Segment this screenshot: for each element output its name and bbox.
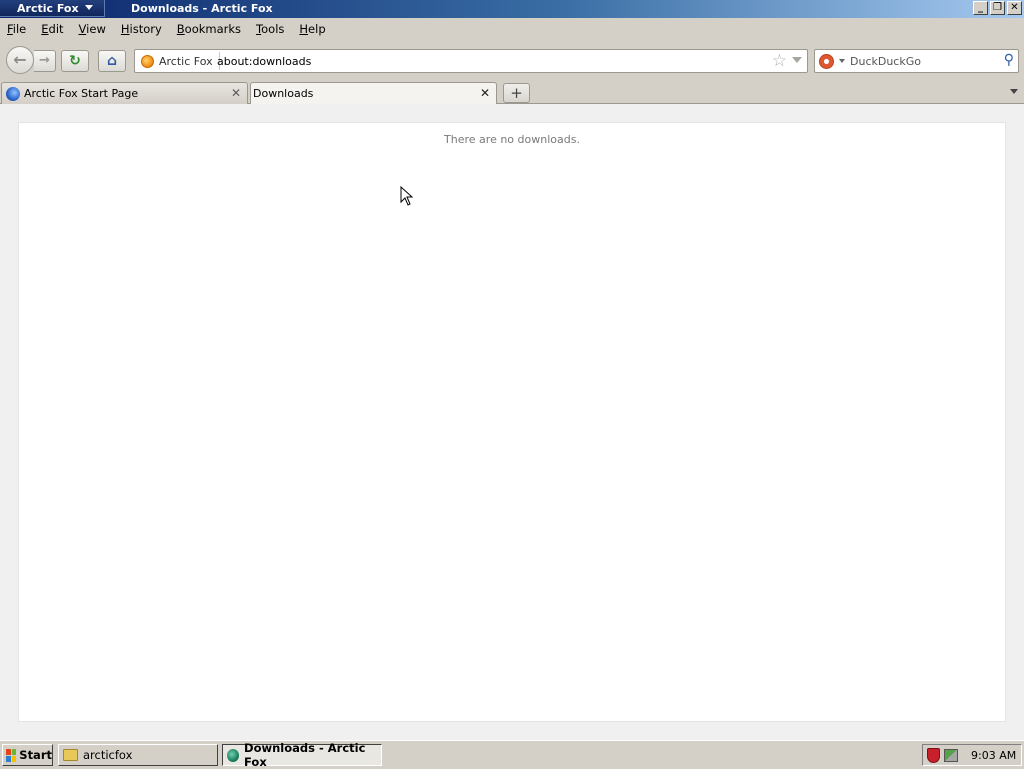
taskbar-item-downloads[interactable]: Downloads - Arctic Fox [222, 741, 382, 769]
taskbar-item-arcticfox[interactable]: arcticfox [58, 744, 218, 766]
windows-logo-icon [6, 748, 17, 762]
globe-favicon-icon [6, 87, 20, 101]
mouse-cursor-icon [400, 186, 414, 206]
bookmark-star-icon[interactable]: ☆ [772, 51, 787, 71]
close-tab-icon[interactable]: ✕ [480, 86, 490, 100]
back-arrow-icon: ← [13, 50, 27, 69]
list-all-tabs-icon[interactable] [1010, 89, 1018, 94]
tab-start-page[interactable]: Arctic Fox Start Page ✕ [1, 82, 248, 104]
search-icon[interactable]: ⚲ [1004, 52, 1014, 68]
menu-help-label: elp [308, 22, 326, 36]
menu-edit-accel: E [41, 22, 49, 36]
taskbar-item-label: Downloads - Arctic Fox [244, 741, 366, 769]
tab-label: Downloads [253, 87, 314, 100]
url-bar[interactable]: Arctic Fox about:downloads ☆ [134, 49, 808, 73]
menu-file[interactable]: File [7, 22, 26, 36]
menu-history-label: istory [129, 22, 162, 36]
window-controls: _ ❐ ✕ [973, 1, 1022, 15]
menu-view[interactable]: View [79, 22, 106, 36]
menu-history[interactable]: History [121, 22, 162, 36]
menu-edit-label: dit [48, 22, 64, 36]
duckduckgo-icon[interactable] [819, 54, 834, 69]
tab-bar: Arctic Fox Start Page ✕ Downloads ✕ + [0, 80, 1024, 105]
system-tray: 9:03 AM [922, 744, 1022, 766]
home-button[interactable]: ⌂ [98, 50, 126, 72]
minimize-button[interactable]: _ [973, 1, 988, 15]
start-label: Start [19, 748, 52, 762]
close-window-button[interactable]: ✕ [1007, 1, 1022, 15]
url-input[interactable]: about:downloads [217, 55, 311, 68]
taskbar-item-label: arcticfox [83, 748, 133, 762]
network-icon[interactable] [944, 748, 958, 762]
security-shield-icon[interactable] [927, 747, 940, 763]
folder-icon [63, 749, 78, 761]
navigation-toolbar: ← → ↻ ⌂ Arctic Fox about:downloads ☆ Duc… [0, 40, 1024, 80]
app-menu-button[interactable]: Arctic Fox [0, 0, 105, 17]
site-identity-button[interactable]: Arctic Fox [137, 52, 220, 70]
restore-button[interactable]: ❐ [990, 1, 1005, 15]
menu-bookmarks-accel: B [176, 22, 185, 36]
menu-file-label: ile [12, 22, 27, 36]
forward-button[interactable]: → [34, 50, 56, 72]
downloads-panel: There are no downloads. [18, 122, 1006, 722]
menu-bar: File Edit View History Bookmarks Tools H… [0, 18, 1024, 40]
clock[interactable]: 9:03 AM [971, 749, 1016, 762]
menu-tools[interactable]: Tools [256, 22, 284, 36]
menu-view-label: iew [86, 22, 106, 36]
menu-history-accel: H [120, 22, 130, 36]
search-input[interactable]: DuckDuckGo [850, 55, 921, 68]
forward-arrow-icon: → [39, 53, 50, 68]
menu-edit[interactable]: Edit [41, 22, 63, 36]
menu-help[interactable]: Help [299, 22, 325, 36]
reload-icon: ↻ [69, 53, 81, 69]
empty-downloads-message: There are no downloads. [444, 133, 580, 146]
search-engine-dropdown-icon[interactable] [839, 59, 845, 63]
start-button[interactable]: Start [2, 744, 53, 766]
tab-label: Arctic Fox Start Page [24, 87, 139, 100]
app-menu-label: Arctic Fox [17, 2, 79, 15]
tab-downloads[interactable]: Downloads ✕ [250, 82, 497, 105]
home-icon: ⌂ [106, 53, 118, 69]
back-button[interactable]: ← [6, 46, 34, 74]
menu-bookmarks-label: ookmarks [184, 22, 242, 36]
url-history-dropdown-icon[interactable] [792, 57, 802, 63]
search-bar[interactable]: DuckDuckGo ⚲ [814, 49, 1019, 73]
plus-icon: + [510, 84, 523, 102]
window-title: Downloads - Arctic Fox [131, 2, 273, 15]
new-tab-button[interactable]: + [503, 83, 530, 103]
menu-help-accel: H [299, 22, 309, 36]
title-bar: Arctic Fox Downloads - Arctic Fox _ ❐ ✕ [0, 0, 1024, 18]
page-content: There are no downloads. [0, 104, 1024, 740]
menu-bookmarks[interactable]: Bookmarks [177, 22, 241, 36]
arctic-fox-icon [227, 748, 240, 762]
chevron-down-icon [84, 5, 93, 10]
taskbar: Start arcticfox Downloads - Arctic Fox 9… [0, 740, 1024, 769]
menu-tools-label: ools [261, 22, 285, 36]
site-identity-label: Arctic Fox [159, 54, 213, 68]
arctic-fox-icon [141, 54, 154, 68]
close-tab-icon[interactable]: ✕ [231, 86, 241, 100]
reload-button[interactable]: ↻ [61, 50, 89, 72]
